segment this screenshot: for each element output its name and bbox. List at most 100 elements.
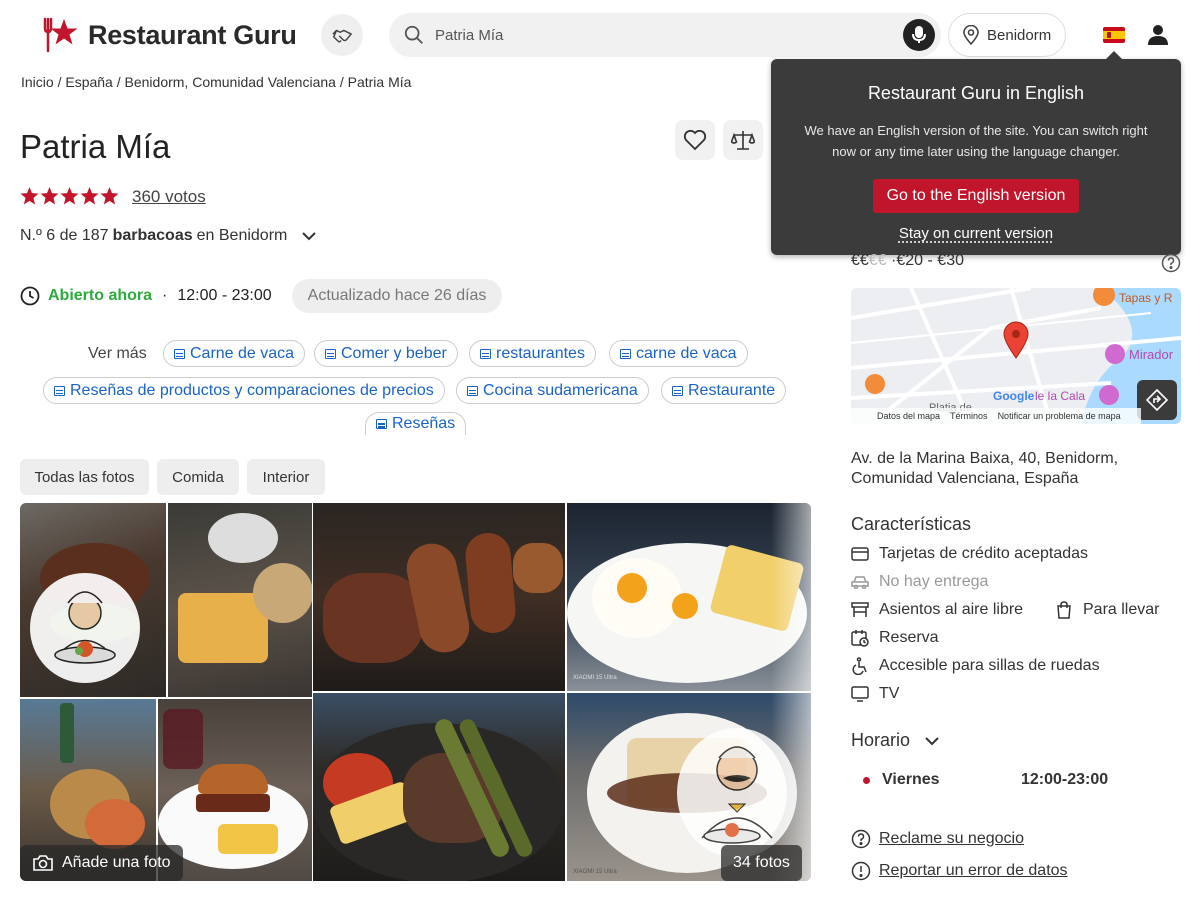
partnership-button[interactable] [321,14,363,56]
map-footer-report[interactable]: Notificar un problema de mapa [998,411,1121,421]
tag-label: carne de vaca [636,344,737,362]
outdoor-seating-icon [851,602,869,617]
location-selector[interactable]: Benidorm [948,13,1066,57]
see-more-label: Ver más [88,345,147,362]
price-range: €€€€ ·€20 - €30 [851,252,964,270]
tab-food[interactable]: Comida [157,459,239,495]
star-icon [80,187,99,205]
hours-today: 12:00 - 23:00 [177,287,272,304]
location-map[interactable]: Tapas y R Mirador Google le la Cala Plat… [851,288,1181,424]
logo-text: Restaurant Guru [88,19,297,50]
tag-link[interactable]: carne de vaca [609,340,748,367]
tab-all-photos[interactable]: Todas las fotos [20,459,149,495]
features-list: Tarjetas de crédito aceptadas No hay ent… [851,540,1100,708]
credit-card-icon [851,547,869,561]
breadcrumb-country[interactable]: España [65,74,112,90]
article-icon [174,348,185,359]
add-photo-button[interactable]: Añade una foto [20,845,183,881]
microphone-icon [912,26,926,43]
features-title: Características [851,514,972,534]
tag-label: Restaurante [688,381,776,399]
photo-grilled-sausages[interactable] [313,503,565,691]
chef-illustration [30,573,140,683]
camera-icon [33,855,53,871]
english-version-button[interactable]: Go to the English version [872,179,1080,213]
article-icon [620,348,631,359]
map-footer: Datos del mapa Términos Notificar un pro… [851,408,1141,424]
spain-flag-icon[interactable] [1103,27,1125,43]
map-marker-icon [1003,321,1029,359]
breadcrumb-home[interactable]: Inicio [21,74,54,90]
tag-link[interactable]: Cocina sudamericana [456,377,649,404]
user-icon [1148,25,1168,45]
search-input[interactable]: Patria Mía [435,27,903,44]
directions-button[interactable] [1137,380,1177,420]
stay-current-version-link[interactable]: Stay on current version [771,225,1181,242]
search-bar[interactable]: Patria Mía [389,13,941,57]
star-icon [20,187,39,205]
updated-badge: Actualizado hace 26 días [291,279,503,313]
photo-gallery[interactable]: XIAOMI 15 Ultra XIAOMI 15 Ultra Añade un… [20,503,811,881]
handshake-icon [332,29,352,43]
tag-link[interactable]: Restaurante [661,377,787,404]
chevron-down-icon [302,232,317,241]
separator-dot: · [162,287,168,304]
user-account-button[interactable] [1146,23,1170,52]
photo-steak-asparagus[interactable] [313,693,565,881]
price-symbols: €€ [851,252,869,269]
map-footer-terms[interactable]: Términos [950,411,988,421]
claim-business[interactable]: Reclame su negocio [851,829,1024,849]
rating-stars [20,187,119,205]
tag-label: Reseñas [392,415,456,432]
tag-link[interactable]: Carne de vaca [163,340,306,367]
photo-fries-table[interactable] [168,503,312,697]
article-icon [54,385,65,396]
tab-interior[interactable]: Interior [247,459,325,495]
favorite-button[interactable] [675,120,715,160]
ranking[interactable]: N.º 6 de 187 barbacoas en Benidorm [20,227,317,245]
tag-link[interactable]: Reseñas de productos y comparaciones de … [43,377,445,404]
price-help-button[interactable] [1161,253,1181,278]
report-error[interactable]: Reportar un error de datos [851,861,1068,881]
feature-takeaway: Para llevar [1055,596,1159,624]
feature-label: TV [879,685,900,702]
claim-business-link[interactable]: Reclame su negocio [879,830,1024,848]
compare-button[interactable] [723,120,763,160]
photo-count-button[interactable]: 34 fotos [721,845,802,881]
tag-label: Reseñas de productos y comparaciones de … [70,381,434,399]
chevron-down-icon [925,736,939,745]
report-error-link[interactable]: Reportar un error de datos [879,862,1068,880]
map-label: Tapas y R [1119,291,1173,305]
breadcrumb-current: Patria Mía [347,74,412,90]
tag-link[interactable]: restaurantes [469,340,596,367]
feature-label: Para llevar [1083,601,1160,618]
star-icon [60,187,79,205]
map-footer-data[interactable]: Datos del mapa [877,411,940,421]
rank-prefix: N.º 6 de 187 [20,227,109,244]
photo-steak-plate[interactable] [20,503,166,697]
feature-label: Tarjetas de crédito aceptadas [879,545,1089,562]
scales-icon [731,131,755,150]
voice-search-button[interactable] [903,19,935,51]
heart-icon [683,129,707,151]
votes-link[interactable]: 360 votos [132,187,206,207]
article-icon [480,348,491,359]
today-dot [863,777,870,784]
feature-label: Asientos al aire libre [879,601,1024,618]
hours-toggle[interactable]: Horario [851,730,940,751]
poi-icon [1099,385,1119,405]
breadcrumb-city[interactable]: Benidorm, Comunidad Valenciana [125,74,336,90]
directions-icon [1145,388,1169,412]
star-icon [40,187,59,205]
delivery-icon [851,576,869,589]
question-icon [1161,253,1181,273]
diner-illustration-icon [54,591,116,664]
tag-label: Cocina sudamericana [483,381,638,399]
open-status: Abierto ahora [48,287,153,304]
site-logo[interactable]: Restaurant Guru [40,14,297,56]
tag-link[interactable]: Reseñas [365,412,467,435]
bar-poi-icon [865,374,885,394]
tag-link[interactable]: Comer y beber [314,340,458,367]
viewpoint-poi-icon [1105,344,1125,364]
takeaway-bag-icon [1057,601,1071,619]
